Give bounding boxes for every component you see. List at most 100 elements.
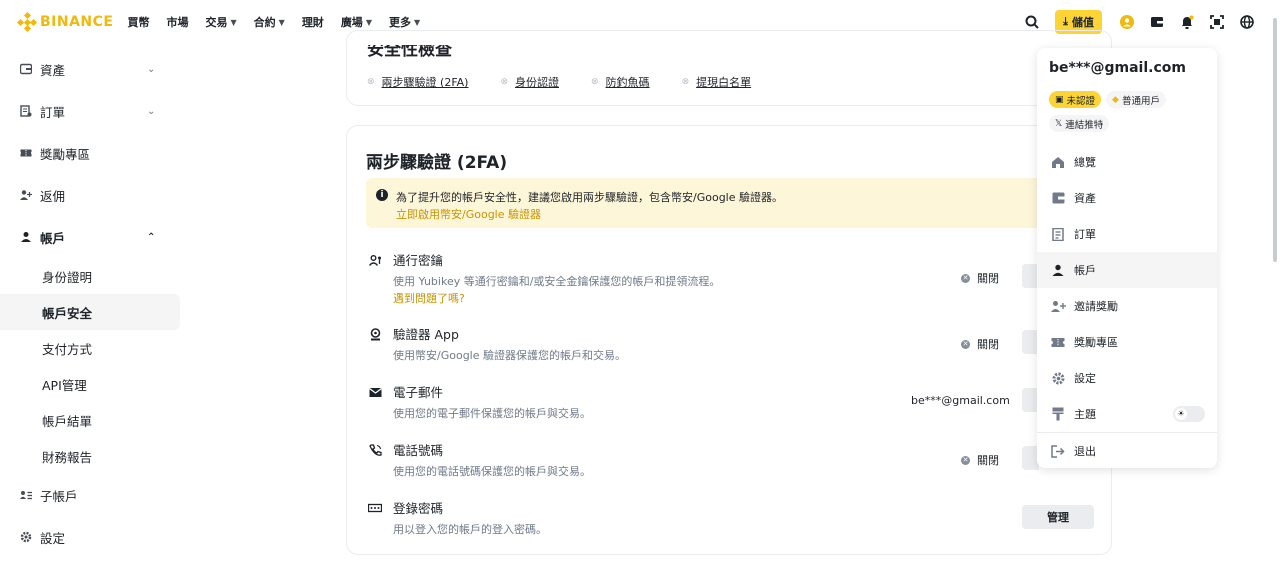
- link-text: 身份認證: [515, 76, 560, 89]
- chevron-up-icon: ⌃: [147, 231, 156, 243]
- nav-item-markets[interactable]: 市場: [167, 14, 189, 30]
- manage-password-button[interactable]: 管理: [1022, 505, 1094, 529]
- menu-item-assets[interactable]: 資產: [1037, 180, 1217, 216]
- sidebar-label: 帳戶結單: [42, 413, 93, 429]
- unverified-badge[interactable]: ▣ 未認證: [1049, 91, 1102, 108]
- nav-item-buy-crypto[interactable]: 買幣: [128, 14, 150, 30]
- passkey-icon: [368, 253, 382, 267]
- menu-label: 邀請獎勵: [1074, 300, 1118, 313]
- sidebar-label: 帳戶安全: [42, 305, 93, 321]
- chevron-down-icon: ▼: [413, 17, 421, 27]
- link-withdraw-whitelist[interactable]: ⊗ 提現白名單: [682, 74, 752, 90]
- binance-logo[interactable]: BINANCE: [16, 11, 114, 33]
- close-icon: ✕: [961, 273, 970, 283]
- wallet-icon[interactable]: [1142, 0, 1172, 44]
- row-desc: 使用幣安/Google 驗證器保護您的帳戶和交易。: [393, 349, 626, 362]
- sidebar-subitem-payment[interactable]: 支付方式: [0, 330, 190, 366]
- profile-icon[interactable]: [1112, 0, 1142, 44]
- status-text: 關閉: [977, 338, 999, 351]
- sidebar-item-sub-accounts[interactable]: 子帳戶: [0, 474, 190, 516]
- twofa-title: 兩步驟驗證 (2FA): [366, 153, 508, 173]
- sidebar-subitem-reports[interactable]: 財務報告: [0, 438, 190, 474]
- sidebar-item-settings[interactable]: 設定: [0, 516, 190, 558]
- enable-authenticator-link[interactable]: 立即啟用幣安/Google 驗證器: [396, 206, 541, 222]
- link-identity[interactable]: ⊗ 身份認證: [500, 74, 559, 90]
- sidebar-item-referral[interactable]: 返佣: [0, 174, 190, 216]
- badge-text: 普通用戶: [1121, 95, 1160, 107]
- link-x-badge[interactable]: 𝕏 連結推特: [1049, 115, 1110, 132]
- chevron-down-icon: ▼: [278, 17, 285, 27]
- sidebar-subitem-security[interactable]: 帳戶安全: [0, 294, 180, 330]
- status-badge: ✕ 關閉: [961, 452, 999, 468]
- sidebar-label: 訂單: [40, 104, 66, 120]
- menu-label: 設定: [1074, 372, 1096, 385]
- menu-label: 帳戶: [1074, 264, 1096, 277]
- gear-icon: [20, 531, 32, 543]
- close-icon: ✕: [961, 455, 970, 465]
- menu-label: 主題: [1074, 408, 1096, 421]
- badge-text: 連結推特: [1065, 119, 1104, 131]
- phone-icon: [368, 443, 382, 457]
- link-anti-phishing[interactable]: ⊗ 防釣魚碼: [591, 74, 650, 90]
- status-text: 關閉: [977, 454, 999, 467]
- security-links: ⊗ 兩步驟驗證 (2FA) ⊗ 身份認證 ⊗ 防釣魚碼 ⊗ 提現白名單: [367, 74, 783, 90]
- status-text: 關閉: [977, 272, 999, 285]
- chevron-down-icon: ▼: [365, 17, 372, 27]
- link-text: 防釣魚碼: [605, 76, 650, 89]
- link-text: 提現白名單: [696, 76, 752, 89]
- sidebar-subitem-api[interactable]: API管理: [0, 366, 190, 402]
- menu-label: 總覽: [1074, 156, 1096, 169]
- home-icon: [1050, 154, 1066, 170]
- close-circle-icon: ⊗: [591, 77, 599, 87]
- sidebar-item-orders[interactable]: 訂單 ⌄: [0, 90, 190, 132]
- security-check-title: 安全性檢查: [367, 40, 452, 60]
- nav-item-more[interactable]: 更多 ▼: [389, 14, 420, 30]
- nav-label: 合約: [253, 16, 276, 29]
- scrollbar-thumb[interactable]: [1273, 18, 1277, 262]
- sidebar-item-rewards[interactable]: 獎勵專區: [0, 132, 190, 174]
- nav-label: 交易: [205, 16, 228, 29]
- sidebar-item-assets[interactable]: 資產 ⌄: [0, 48, 190, 90]
- sidebar-label: 財務報告: [42, 449, 93, 465]
- badge-text: 未認證: [1066, 95, 1096, 107]
- menu-item-orders[interactable]: 訂單: [1037, 216, 1217, 252]
- menu-item-rewards[interactable]: 獎勵專區: [1037, 324, 1217, 360]
- ticket-icon: [20, 147, 32, 159]
- help-link[interactable]: 遇到問題了嗎?: [393, 290, 465, 306]
- sidebar-subitem-identification[interactable]: 身份證明: [0, 258, 190, 294]
- sidebar-item-account[interactable]: 帳戶 ⌃: [0, 216, 190, 258]
- x-logo-icon: 𝕏: [1055, 118, 1063, 129]
- bell-icon[interactable]: [1172, 0, 1202, 44]
- row-title: 電話號碼: [393, 443, 444, 458]
- nav-item-futures[interactable]: 合約 ▼: [254, 14, 285, 30]
- close-icon: ✕: [961, 339, 970, 349]
- menu-item-overview[interactable]: 總覽: [1037, 144, 1217, 180]
- status-badge: ✕ 關閉: [961, 336, 999, 352]
- sub-account-icon: [20, 489, 32, 501]
- close-circle-icon: ⊗: [367, 77, 375, 87]
- deposit-label: 儲值: [1072, 16, 1094, 29]
- nav-item-earn[interactable]: 理財: [302, 14, 324, 30]
- menu-item-account[interactable]: 帳戶: [1037, 252, 1217, 288]
- menu-item-settings[interactable]: 設定: [1037, 360, 1217, 396]
- theme-toggle[interactable]: ☀: [1173, 406, 1205, 422]
- chevron-down-icon: ▼: [230, 17, 237, 27]
- user-icon: [20, 231, 32, 243]
- nav-item-square[interactable]: 廣場 ▼: [341, 14, 372, 30]
- nav-label: 理財: [301, 16, 324, 29]
- chevron-down-icon: ⌄: [147, 105, 156, 117]
- menu-item-logout[interactable]: 退出: [1037, 433, 1217, 469]
- link-2fa[interactable]: ⊗ 兩步驟驗證 (2FA): [367, 74, 468, 90]
- twofa-notice: i 為了提升您的帳戶安全性，建議您啟用兩步驟驗證，包含幣安/Google 驗證器…: [366, 178, 1096, 228]
- sidebar-label: 設定: [40, 530, 66, 546]
- sidebar-label: 身份證明: [42, 269, 93, 285]
- nav-item-trade[interactable]: 交易 ▼: [206, 14, 237, 30]
- menu-item-referral[interactable]: 邀請獎勵: [1037, 288, 1217, 324]
- download-app-icon[interactable]: [1202, 0, 1232, 44]
- regular-user-badge[interactable]: ◆ 普通用戶: [1106, 91, 1166, 108]
- globe-icon[interactable]: [1232, 0, 1262, 44]
- menu-label: 訂單: [1074, 228, 1096, 241]
- sidebar-subitem-statements[interactable]: 帳戶結單: [0, 402, 190, 438]
- menu-item-theme[interactable]: 主題 ☀: [1037, 396, 1217, 432]
- nav-label: 廣場: [340, 16, 363, 29]
